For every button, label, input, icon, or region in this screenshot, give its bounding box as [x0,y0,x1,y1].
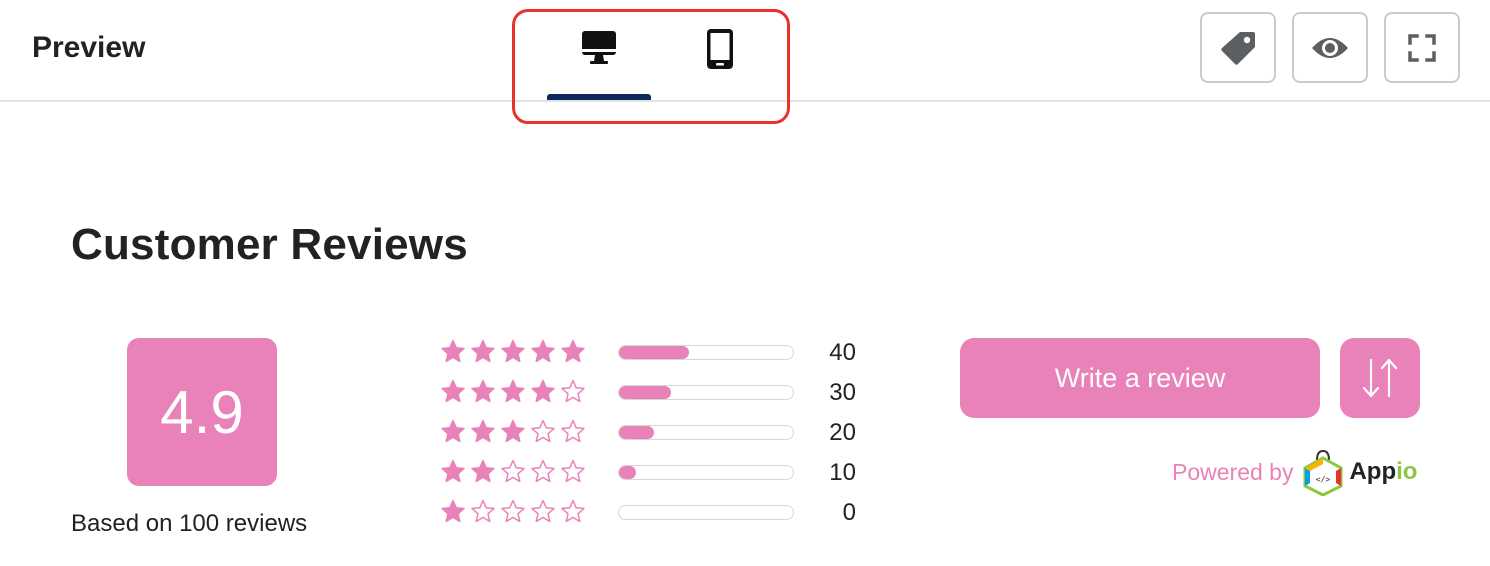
write-review-button[interactable]: Write a review [960,338,1320,418]
fullscreen-icon [1408,33,1436,62]
sort-arrows-icon [1362,358,1398,398]
review-count-text: Based on 100 reviews [71,510,308,537]
star-filled-icon [501,379,525,403]
eye-icon [1312,37,1348,58]
visibility-button[interactable] [1292,12,1368,83]
star-outline-icon [561,499,585,523]
mobile-view-button[interactable] [668,28,772,104]
star-rating-1 [440,499,586,524]
star-outline-icon [561,419,585,443]
rating-row-4[interactable]: 30 [440,374,880,414]
powered-by-badge[interactable]: Powered by </> Appio [1172,448,1420,496]
star-filled-icon [441,339,465,363]
desktop-view-button[interactable] [547,28,651,104]
star-outline-icon [561,459,585,483]
rating-count: 40 [829,339,856,366]
fullscreen-button[interactable] [1384,12,1460,83]
rating-row-5[interactable]: 40 [440,334,880,374]
rating-count: 10 [829,459,856,486]
rating-count: 0 [842,499,856,526]
rating-bar-fill [619,386,672,399]
star-filled-icon [441,379,465,403]
powered-by-text: Powered by [1172,458,1294,485]
rating-bar-fill [619,426,654,439]
desktop-icon [582,31,616,64]
rating-row-1[interactable]: 0 [440,494,880,534]
svg-text:</>: </> [1316,475,1331,484]
customer-reviews-title: Customer Reviews [71,220,468,269]
star-outline-icon [501,459,525,483]
sort-button[interactable] [1340,338,1420,418]
star-filled-icon [501,339,525,363]
star-outline-icon [501,499,525,523]
tag-icon [1221,31,1255,65]
star-filled-icon [471,419,495,443]
star-filled-icon [441,419,465,443]
rating-bar-track [618,345,794,360]
rating-row-2[interactable]: 10 [440,454,880,494]
star-filled-icon [441,499,465,523]
average-score-badge: 4.9 [127,338,277,486]
star-rating-2 [440,459,586,484]
star-filled-icon [471,339,495,363]
star-rating-5 [440,339,586,364]
star-rating-4 [440,379,586,404]
appio-brand-name: Appio [1349,458,1418,485]
star-filled-icon [471,379,495,403]
rating-bar-track [618,505,794,520]
rating-bar-track [618,465,794,480]
tag-button[interactable] [1200,12,1276,83]
star-outline-icon [531,459,555,483]
star-filled-icon [561,339,585,363]
star-filled-icon [531,339,555,363]
star-outline-icon [561,379,585,403]
preview-header: Preview [0,0,1490,124]
mobile-icon [707,29,733,69]
rating-bar-track [618,425,794,440]
star-filled-icon [501,419,525,443]
star-filled-icon [531,379,555,403]
rating-bar-fill [619,466,637,479]
rating-bar-fill [619,346,689,359]
device-toggle-highlight [512,9,790,124]
star-outline-icon [531,499,555,523]
rating-count: 20 [829,419,856,446]
appio-logo-icon: </> [1303,449,1343,496]
star-outline-icon [471,499,495,523]
rating-bar-track [618,385,794,400]
rating-count: 30 [829,379,856,406]
star-rating-3 [440,419,586,444]
active-device-indicator [547,94,651,100]
rating-row-3[interactable]: 20 [440,414,880,454]
star-filled-icon [441,459,465,483]
star-filled-icon [471,459,495,483]
star-outline-icon [531,419,555,443]
page-title: Preview [32,31,146,64]
